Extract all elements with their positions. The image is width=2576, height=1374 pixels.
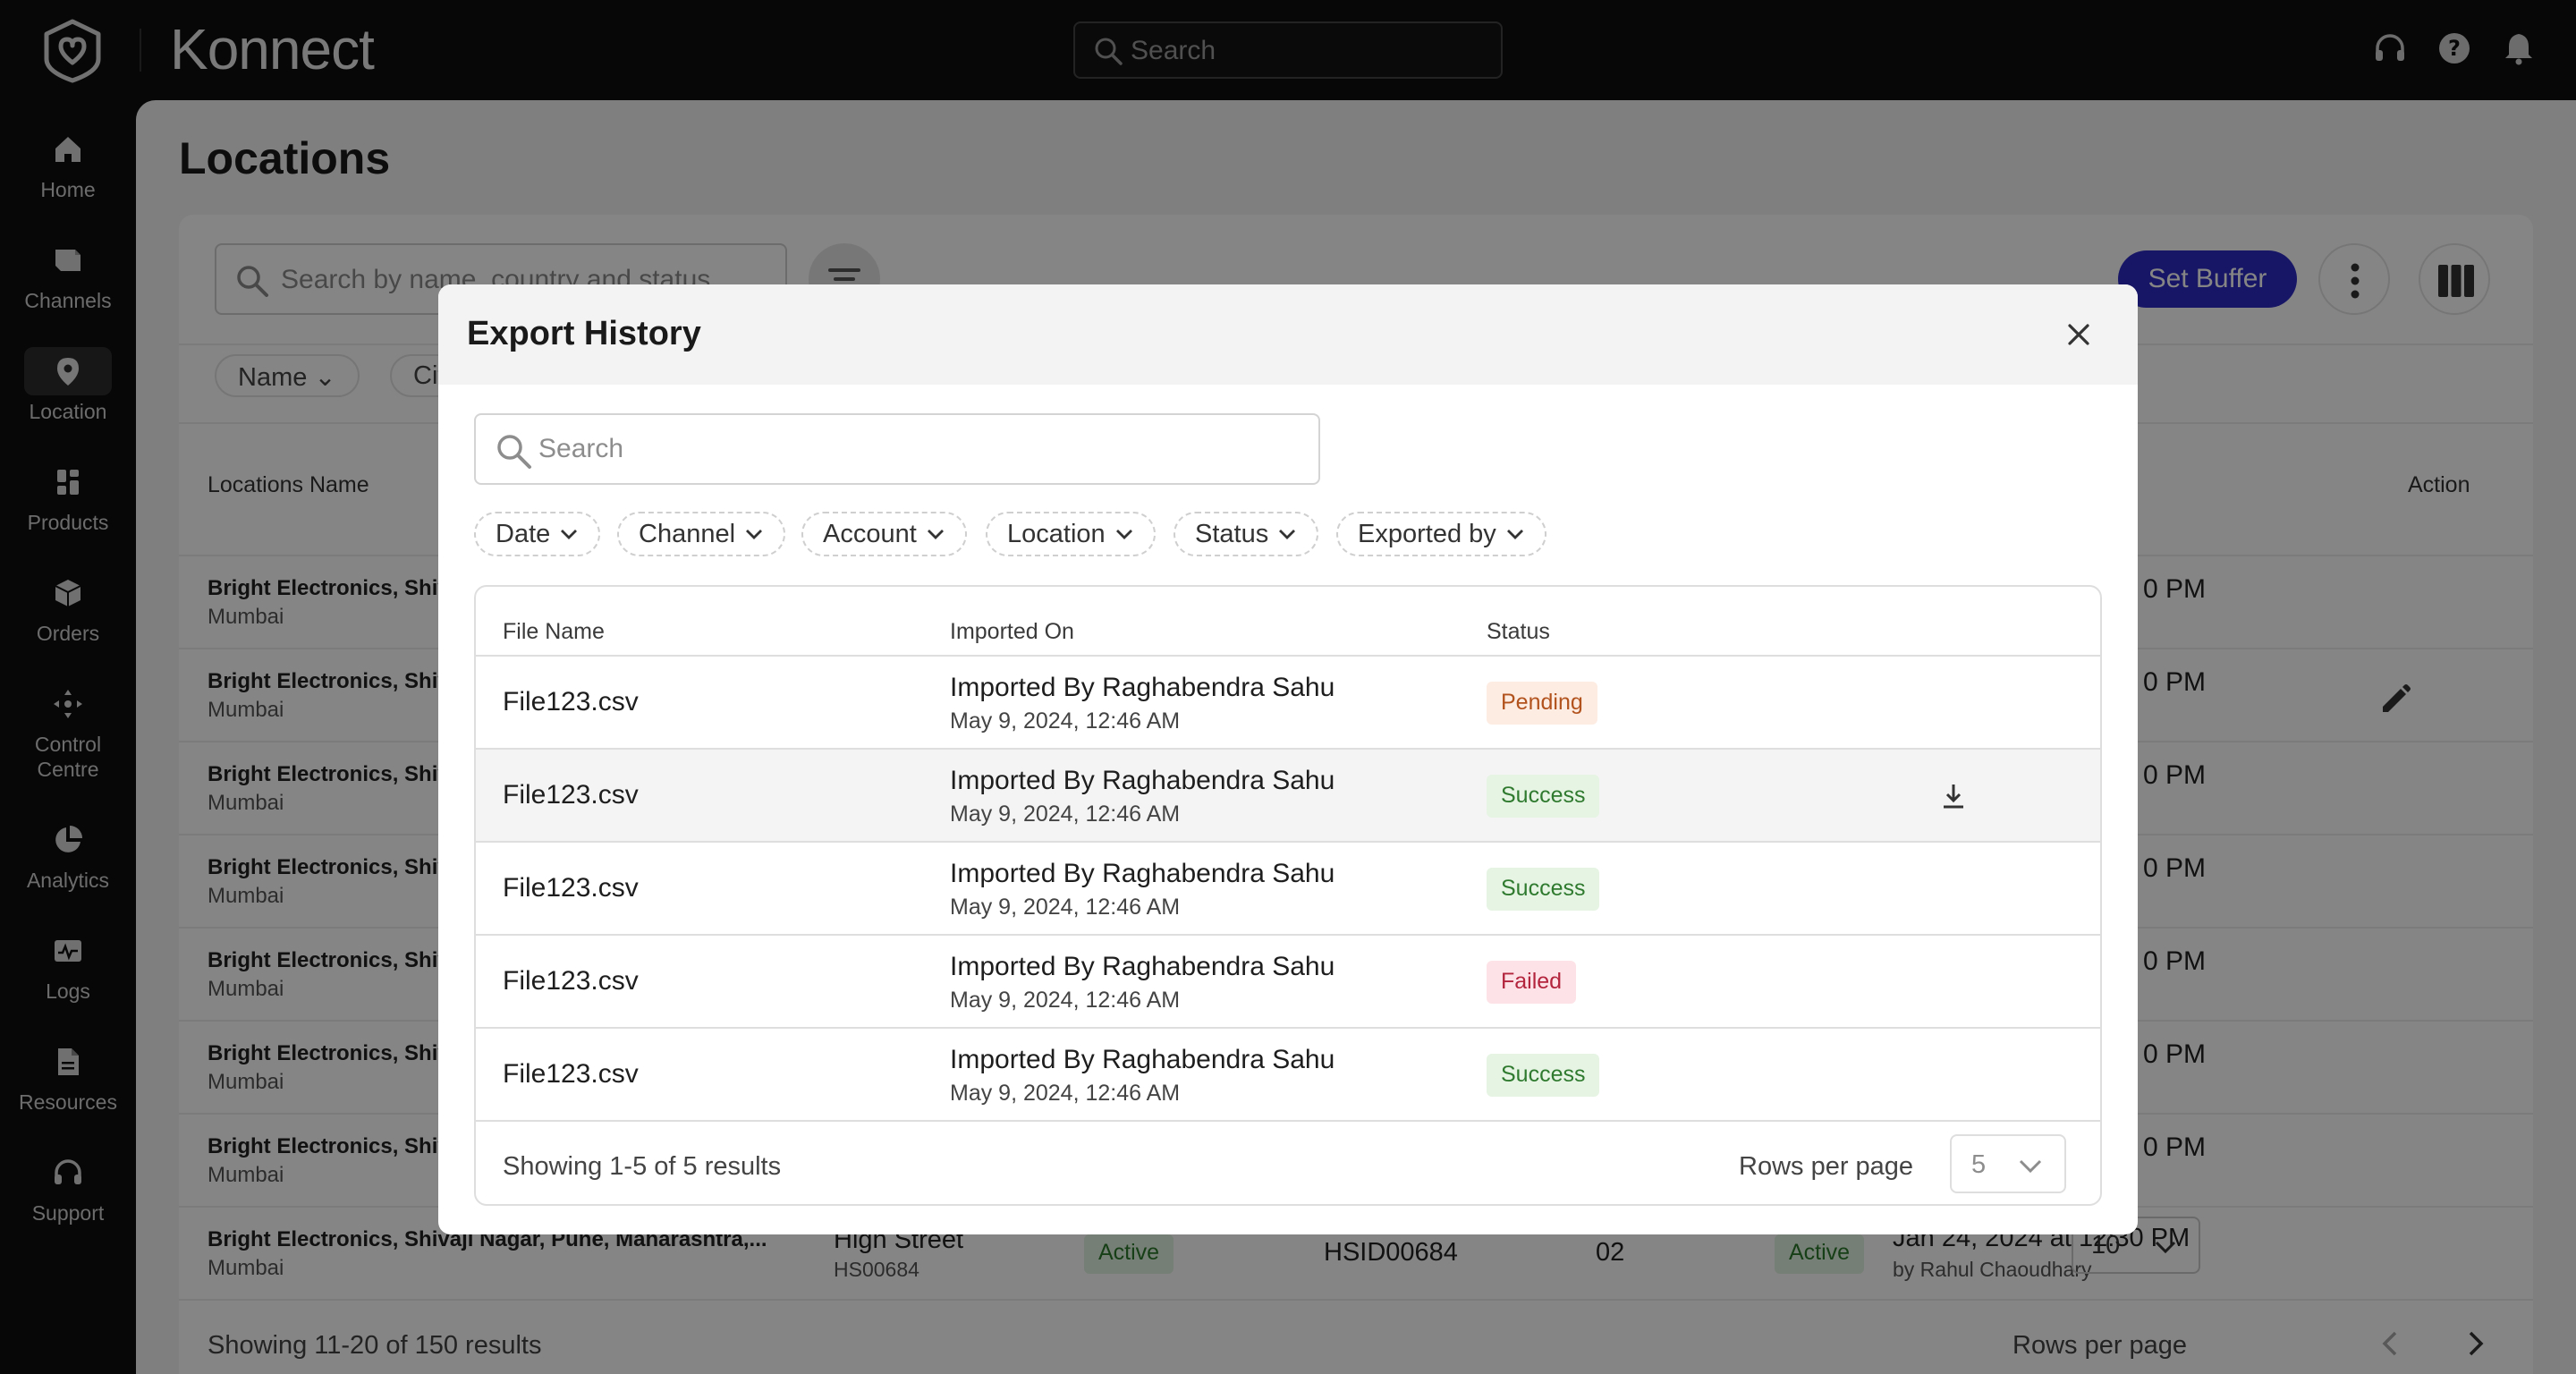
- chip-label: Channel: [639, 520, 736, 548]
- column-header-status: Status: [1487, 619, 1550, 644]
- table-row[interactable]: File123.csv Imported By Raghabendra Sahu…: [476, 748, 2100, 841]
- filter-chip-status[interactable]: Status: [1174, 512, 1319, 556]
- file-name: File123.csv: [503, 873, 639, 903]
- export-search-input[interactable]: [538, 428, 1308, 471]
- filter-chip-date[interactable]: Date: [474, 512, 601, 556]
- chip-label: Date: [496, 520, 551, 548]
- filter-chip-account[interactable]: Account: [801, 512, 967, 556]
- table-row[interactable]: File123.csv Imported By Raghabendra Sahu…: [476, 934, 2100, 1027]
- close-icon: [2068, 324, 2089, 345]
- imported-by: Imported By Raghabendra Sahu: [950, 673, 1335, 702]
- status-badge: Success: [1487, 1054, 1600, 1097]
- imported-date: May 9, 2024, 12:46 AM: [950, 802, 1181, 827]
- pagination-summary: Showing 1-5 of 5 results: [503, 1152, 782, 1181]
- chip-label: Exported by: [1358, 520, 1496, 548]
- file-name: File123.csv: [503, 966, 639, 996]
- rows-per-page-select[interactable]: 5: [1950, 1134, 2066, 1193]
- chevron-down-icon: [561, 530, 578, 539]
- imported-date: May 9, 2024, 12:46 AM: [950, 988, 1181, 1013]
- file-name: File123.csv: [503, 687, 639, 717]
- modal-title: Export History: [467, 315, 701, 352]
- rows-per-page-value: 5: [1971, 1150, 1987, 1179]
- table-row[interactable]: File123.csv Imported By Raghabendra Sahu…: [476, 1027, 2100, 1120]
- status-badge: Success: [1487, 868, 1600, 911]
- chip-label: Location: [1007, 520, 1106, 548]
- imported-by: Imported By Raghabendra Sahu: [950, 766, 1335, 795]
- chevron-down-icon: [1115, 530, 1132, 539]
- chip-label: Account: [823, 520, 917, 548]
- imported-by: Imported By Raghabendra Sahu: [950, 859, 1335, 888]
- filter-chip-location[interactable]: Location: [986, 512, 1156, 556]
- close-button[interactable]: [2063, 318, 2095, 351]
- download-button[interactable]: [1937, 780, 1970, 812]
- filter-chip-exported-by[interactable]: Exported by: [1336, 512, 1546, 556]
- table-row[interactable]: File123.csv Imported By Raghabendra Sahu…: [476, 841, 2100, 934]
- imported-by: Imported By Raghabendra Sahu: [950, 1045, 1335, 1074]
- column-header-imported-on: Imported On: [950, 619, 1074, 644]
- modal-header: Export History: [438, 284, 2138, 385]
- column-header-file-name: File Name: [503, 619, 605, 644]
- export-history-table: File Name Imported On Status File123.csv…: [474, 585, 2102, 1206]
- export-history-modal: Export History Date Channel Account Loca…: [438, 284, 2138, 1234]
- chevron-down-icon: [746, 530, 763, 539]
- chip-label: Status: [1195, 520, 1269, 548]
- export-search[interactable]: [474, 413, 1320, 485]
- imported-date: May 9, 2024, 12:46 AM: [950, 895, 1181, 920]
- imported-date: May 9, 2024, 12:46 AM: [950, 708, 1181, 734]
- status-badge: Success: [1487, 775, 1600, 818]
- rows-per-page-label: Rows per page: [1739, 1152, 1914, 1181]
- status-badge: Failed: [1487, 961, 1577, 1004]
- imported-by: Imported By Raghabendra Sahu: [950, 952, 1335, 981]
- chevron-down-icon: [1506, 530, 1523, 539]
- file-name: File123.csv: [503, 780, 639, 810]
- download-icon: [1944, 785, 1963, 809]
- status-badge: Pending: [1487, 682, 1597, 725]
- table-row[interactable]: File123.csv Imported By Raghabendra Sahu…: [476, 655, 2100, 748]
- chevron-down-icon: [2019, 1159, 2042, 1174]
- file-name: File123.csv: [503, 1059, 639, 1089]
- chevron-down-icon: [1279, 530, 1296, 539]
- filter-chip-channel[interactable]: Channel: [617, 512, 786, 556]
- imported-date: May 9, 2024, 12:46 AM: [950, 1081, 1181, 1106]
- search-icon: [497, 435, 531, 469]
- chevron-down-icon: [927, 530, 944, 539]
